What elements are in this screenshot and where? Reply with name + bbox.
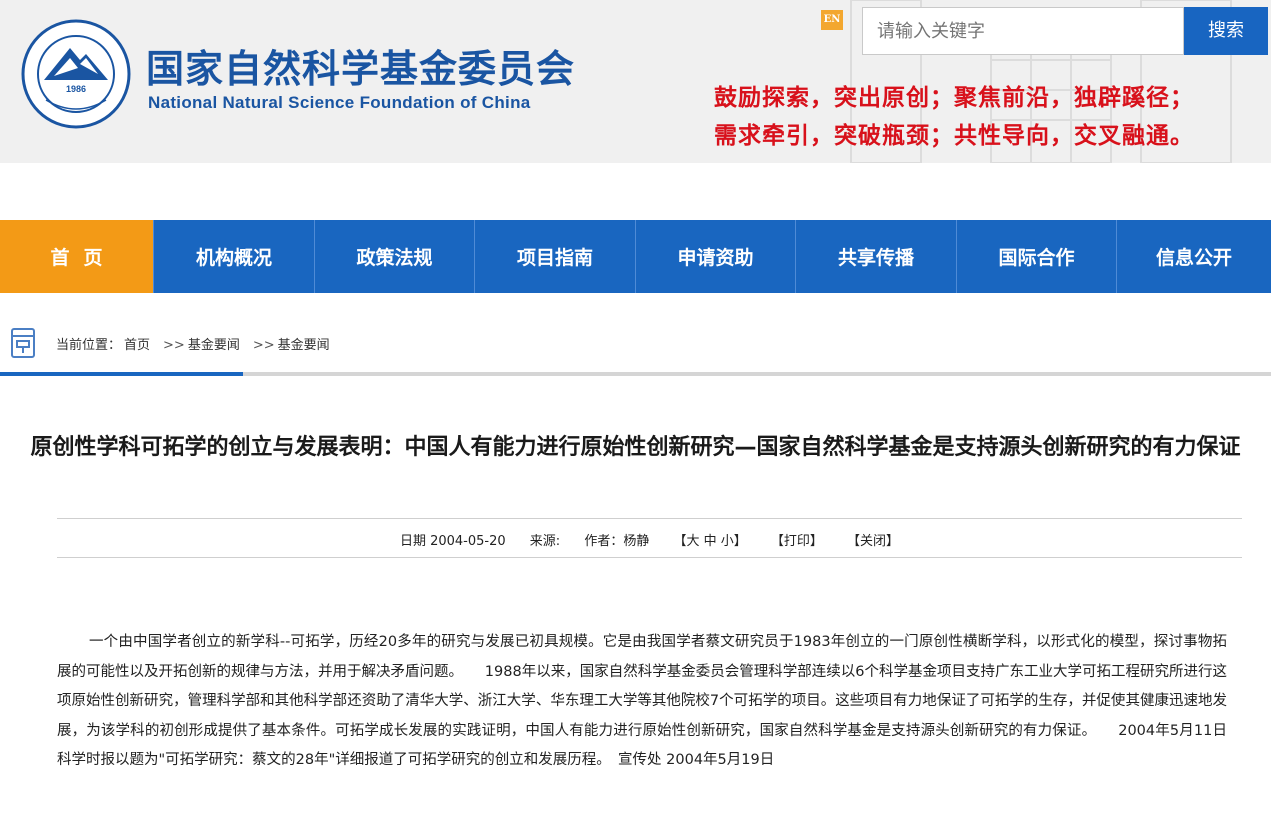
svg-text:1986: 1986 — [66, 84, 86, 94]
nav-item-policy[interactable]: 政策法规 — [315, 220, 475, 293]
nav-item-international[interactable]: 国际合作 — [957, 220, 1117, 293]
location-book-icon — [11, 328, 35, 358]
breadcrumb-home[interactable]: 首页 — [124, 338, 150, 353]
breadcrumb-level1[interactable]: 基金要闻 — [188, 338, 240, 353]
meta-divider-top — [57, 518, 1242, 519]
breadcrumb: 当前位置： 首页 >> 基金要闻 >> 基金要闻 — [0, 324, 1271, 364]
close-button[interactable]: 【关闭】 — [847, 534, 899, 549]
print-button[interactable]: 【打印】 — [771, 534, 823, 549]
nav-item-guide[interactable]: 项目指南 — [475, 220, 636, 293]
article-source: 来源: — [529, 534, 561, 549]
slogan-line-1: 鼓励探索，突出原创；聚焦前沿，独辟蹊径； — [714, 84, 1194, 111]
breadcrumb-prefix: 当前位置： — [56, 338, 122, 353]
main-nav: 首页 机构概况 政策法规 项目指南 申请资助 共享传播 国际合作 信息公开 — [0, 220, 1271, 293]
nav-item-about[interactable]: 机构概况 — [154, 220, 315, 293]
language-switch-en[interactable]: EN — [821, 10, 843, 30]
article-meta: 日期 2004-05-20 来源: 作者：杨静 【大 中 小】 【打印】 【关闭… — [57, 530, 1242, 549]
slogan-line-2: 需求牵引，突破瓶颈；共性导向，交叉融通。 — [714, 122, 1194, 149]
meta-divider-bottom — [57, 557, 1242, 558]
breadcrumb-separator: >> — [252, 338, 275, 353]
font-size-control[interactable]: 【大 中 小】 — [673, 534, 746, 549]
org-name-en: National Natural Science Foundation of C… — [148, 93, 531, 112]
breadcrumb-text: 当前位置： 首页 >> 基金要闻 >> 基金要闻 — [56, 334, 333, 353]
nav-item-disclosure[interactable]: 信息公开 — [1117, 220, 1271, 293]
nav-item-share[interactable]: 共享传播 — [796, 220, 957, 293]
search-input[interactable] — [862, 7, 1184, 55]
breadcrumb-separator: >> — [163, 338, 185, 353]
article-author: 作者：杨静 — [584, 534, 650, 549]
nav-item-home[interactable]: 首页 — [0, 220, 154, 293]
article-date: 日期 2004-05-20 — [399, 534, 506, 549]
breadcrumb-level2[interactable]: 基金要闻 — [278, 338, 330, 353]
article-title: 原创性学科可拓学的创立与发展表明：中国人有能力进行原始性创新研究—国家自然科学基… — [30, 435, 1241, 460]
org-name-cn: 国家自然科学基金委员会 — [146, 47, 576, 91]
nsfc-emblem-icon: 1986 — [21, 19, 131, 129]
search-button[interactable]: 搜索 — [1184, 7, 1268, 55]
breadcrumb-divider-accent — [0, 372, 243, 376]
article-body: 一个由中国学者创立的新学科--可拓学，历经20多年的研究与发展已初具规模。它是由… — [57, 634, 1227, 768]
site-header: 1986 国家自然科学基金委员会 National Natural Scienc… — [0, 0, 1271, 163]
nav-item-apply[interactable]: 申请资助 — [636, 220, 796, 293]
